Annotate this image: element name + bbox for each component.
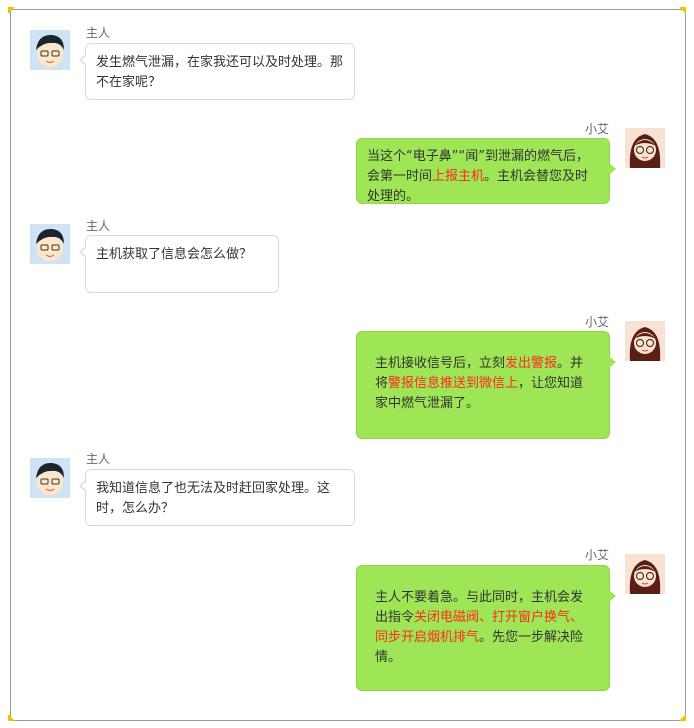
message-text: 主机接收信号后，立刻 bbox=[375, 356, 506, 371]
message-text: 发生燃气泄漏，在家我还可以及时处理。那不在家呢？ bbox=[96, 55, 344, 90]
message-bubble: 我知道信息了也无法及时赶回家处理。这时，怎么办？ bbox=[79, 469, 355, 526]
sender-name: 小艾 bbox=[585, 315, 610, 329]
sender-name: 主人 bbox=[86, 452, 111, 466]
reply-bubble: 主人不要着急。与此同时，主机会发出指令关闭电磁阀、打开窗户换气、同步开启烟机排气… bbox=[356, 565, 616, 691]
xiaoai-avatar-icon bbox=[625, 554, 665, 594]
highlight-text: 警报信息推送到微信上 bbox=[388, 376, 519, 391]
message-text: 主机获取了信息会怎么做？ bbox=[96, 247, 253, 262]
sender-name: 小艾 bbox=[585, 548, 610, 562]
corner-accent bbox=[8, 714, 15, 721]
reply-bubble: 主机接收信号后，立刻发出警报。并将警报信息推送到微信上，让您知道家中燃气泄漏了。 bbox=[356, 331, 616, 439]
sender-name: 主人 bbox=[86, 219, 111, 233]
highlight-text: 上报主机 bbox=[432, 169, 485, 184]
xiaoai-avatar-icon bbox=[625, 128, 665, 168]
owner-avatar-icon bbox=[30, 458, 70, 498]
owner-avatar-icon bbox=[30, 224, 70, 264]
highlight-text: 发出警报 bbox=[505, 356, 558, 371]
message-bubble: 主机获取了信息会怎么做？ bbox=[79, 235, 279, 293]
corner-accent bbox=[679, 714, 686, 721]
owner-avatar-icon bbox=[30, 30, 70, 70]
message-text: 我知道信息了也无法及时赶回家处理。这时，怎么办？ bbox=[96, 481, 331, 516]
message-bubble: 发生燃气泄漏，在家我还可以及时处理。那不在家呢？ bbox=[79, 43, 355, 100]
corner-accent bbox=[8, 7, 15, 14]
sender-name: 主人 bbox=[86, 26, 111, 40]
sender-name: 小艾 bbox=[585, 122, 610, 136]
xiaoai-avatar-icon bbox=[625, 321, 665, 361]
reply-bubble: 当这个“电子鼻”“闻”到泄漏的燃气后，会第一时间上报主机。主机会替您及时处理的。 bbox=[356, 138, 616, 204]
corner-accent bbox=[679, 7, 686, 14]
